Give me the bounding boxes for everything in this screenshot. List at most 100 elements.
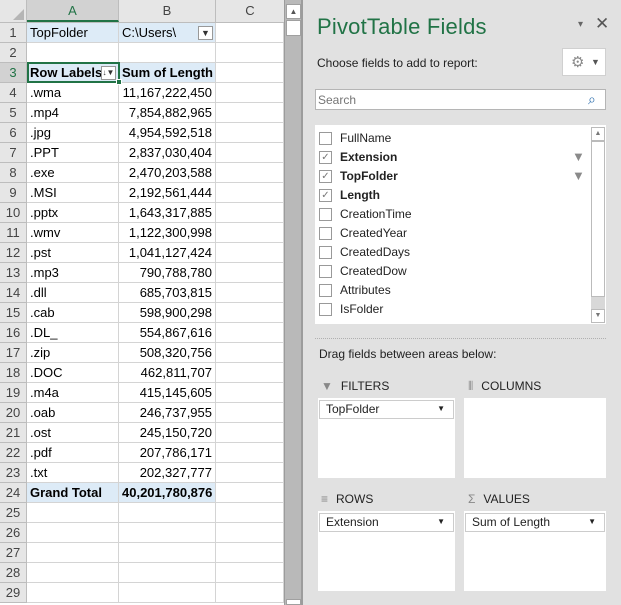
checkbox-unchecked[interactable] — [319, 303, 332, 316]
scrollbar-thumb[interactable] — [591, 141, 605, 297]
field-item-topfolder[interactable]: ✓ TopFolder ▼ — [319, 167, 585, 186]
row-number[interactable]: 24 — [0, 483, 27, 503]
sum-value-cell[interactable]: 462,811,707 — [119, 363, 216, 383]
scroll-down-arrow-icon[interactable]: ▼ — [591, 309, 605, 323]
checkbox-unchecked[interactable] — [319, 246, 332, 259]
checkbox-unchecked[interactable] — [319, 208, 332, 221]
row-label-cell[interactable]: .mp4 — [27, 103, 119, 123]
scroll-up-arrow-icon[interactable]: ▲ — [591, 127, 605, 141]
filter-field-value[interactable]: C:\Users\ ▼ — [119, 23, 216, 43]
sum-value-cell[interactable]: 508,320,756 — [119, 343, 216, 363]
cell-c[interactable] — [216, 63, 284, 83]
cell-c[interactable] — [216, 583, 284, 603]
field-item-creationtime[interactable]: CreationTime — [319, 205, 579, 224]
cell-c[interactable] — [216, 543, 284, 563]
row-number[interactable]: 2 — [0, 43, 27, 63]
sum-value-cell[interactable]: 685,703,815 — [119, 283, 216, 303]
row-number[interactable]: 15 — [0, 303, 27, 323]
row-label-cell[interactable]: .MSI — [27, 183, 119, 203]
funnel-icon[interactable]: ▼ — [572, 149, 585, 164]
sum-value-cell[interactable]: 2,837,030,404 — [119, 143, 216, 163]
row-number[interactable]: 23 — [0, 463, 27, 483]
field-item-attributes[interactable]: Attributes — [319, 281, 579, 300]
columns-drop-area[interactable] — [464, 398, 606, 478]
sum-value-cell[interactable]: 11,167,222,450 — [119, 83, 216, 103]
sum-value-cell[interactable]: 246,737,955 — [119, 403, 216, 423]
spreadsheet-grid[interactable]: A B C 1 TopFolder C:\Users\ ▼ 2 3 Row Labels ↓▼… — [0, 0, 284, 605]
values-drop-area[interactable]: Sum of Length ▼ — [464, 511, 606, 591]
row-label-cell[interactable]: .wmv — [27, 223, 119, 243]
row-number[interactable]: 18 — [0, 363, 27, 383]
row-label-cell[interactable]: .ost — [27, 423, 119, 443]
grand-total-value[interactable]: 40,201,780,876 — [119, 483, 216, 503]
checkbox-checked[interactable]: ✓ — [319, 151, 332, 164]
cell-c[interactable] — [216, 223, 284, 243]
scrollbar-track[interactable] — [591, 297, 605, 309]
row-label-cell[interactable]: .dll — [27, 283, 119, 303]
cell-c[interactable] — [216, 83, 284, 103]
field-item-length[interactable]: ✓ Length — [319, 186, 579, 205]
pane-options-chevron-icon[interactable]: ▾ — [578, 19, 583, 30]
cell-c[interactable] — [216, 503, 284, 523]
tools-gear-button[interactable]: ⚙ ▼ — [562, 48, 606, 76]
row-label-cell[interactable]: .m4a — [27, 383, 119, 403]
cell-c[interactable] — [216, 43, 284, 63]
cell-c[interactable] — [216, 563, 284, 583]
filter-field-label[interactable]: TopFolder — [27, 23, 119, 43]
sum-value-cell[interactable]: 2,470,203,588 — [119, 163, 216, 183]
row-number[interactable]: 28 — [0, 563, 27, 583]
cell-a[interactable] — [27, 43, 119, 63]
row-label-cell[interactable]: .jpg — [27, 123, 119, 143]
row-label-cell[interactable]: .exe — [27, 163, 119, 183]
row-number[interactable]: 7 — [0, 143, 27, 163]
cell-c[interactable] — [216, 383, 284, 403]
sum-value-cell[interactable]: 207,786,171 — [119, 443, 216, 463]
cell-c[interactable] — [216, 143, 284, 163]
values-item-sum-of-length[interactable]: Sum of Length ▼ — [465, 513, 605, 532]
row-labels-header[interactable]: Row Labels ↓▼ — [27, 63, 119, 83]
column-header-c[interactable]: C — [216, 0, 284, 22]
row-number[interactable]: 8 — [0, 163, 27, 183]
checkbox-unchecked[interactable] — [319, 265, 332, 278]
filter-dropdown-funnel-icon[interactable]: ▼ — [198, 26, 213, 40]
row-number[interactable]: 19 — [0, 383, 27, 403]
rows-item-extension[interactable]: Extension ▼ — [319, 513, 454, 532]
sum-value-cell[interactable]: 1,643,317,885 — [119, 203, 216, 223]
row-label-cell[interactable]: .cab — [27, 303, 119, 323]
field-item-extension[interactable]: ✓ Extension ▼ — [319, 148, 585, 167]
sum-value-cell[interactable]: 790,788,780 — [119, 263, 216, 283]
row-label-cell[interactable]: .DOC — [27, 363, 119, 383]
cell-c[interactable] — [216, 23, 284, 43]
row-number[interactable]: 20 — [0, 403, 27, 423]
cell-b[interactable] — [119, 523, 216, 543]
cell-a[interactable] — [27, 563, 119, 583]
row-label-cell[interactable]: .wma — [27, 83, 119, 103]
cell-c[interactable] — [216, 103, 284, 123]
row-number[interactable]: 13 — [0, 263, 27, 283]
row-number[interactable]: 27 — [0, 543, 27, 563]
row-number[interactable]: 1 — [0, 23, 27, 43]
scrollbar-thumb[interactable] — [286, 20, 301, 36]
cell-b[interactable] — [119, 543, 216, 563]
cell-c[interactable] — [216, 423, 284, 443]
checkbox-unchecked[interactable] — [319, 227, 332, 240]
cell-a[interactable] — [27, 583, 119, 603]
sum-value-cell[interactable]: 202,327,777 — [119, 463, 216, 483]
row-number[interactable]: 25 — [0, 503, 27, 523]
row-label-cell[interactable]: .txt — [27, 463, 119, 483]
field-item-isfolder[interactable]: IsFolder — [319, 300, 579, 319]
cell-c[interactable] — [216, 263, 284, 283]
cell-c[interactable] — [216, 403, 284, 423]
cell-c[interactable] — [216, 303, 284, 323]
select-all-corner[interactable] — [0, 0, 27, 22]
cell-b[interactable] — [119, 43, 216, 63]
sum-value-cell[interactable]: 2,192,561,444 — [119, 183, 216, 203]
row-number[interactable]: 11 — [0, 223, 27, 243]
checkbox-unchecked[interactable] — [319, 132, 332, 145]
scroll-up-arrow-icon[interactable]: ▲ — [286, 4, 301, 19]
row-label-cell[interactable]: .oab — [27, 403, 119, 423]
sum-value-cell[interactable]: 1,041,127,424 — [119, 243, 216, 263]
cell-b[interactable] — [119, 583, 216, 603]
dropdown-arrow-icon[interactable]: ▼ — [437, 404, 445, 413]
row-number[interactable]: 5 — [0, 103, 27, 123]
